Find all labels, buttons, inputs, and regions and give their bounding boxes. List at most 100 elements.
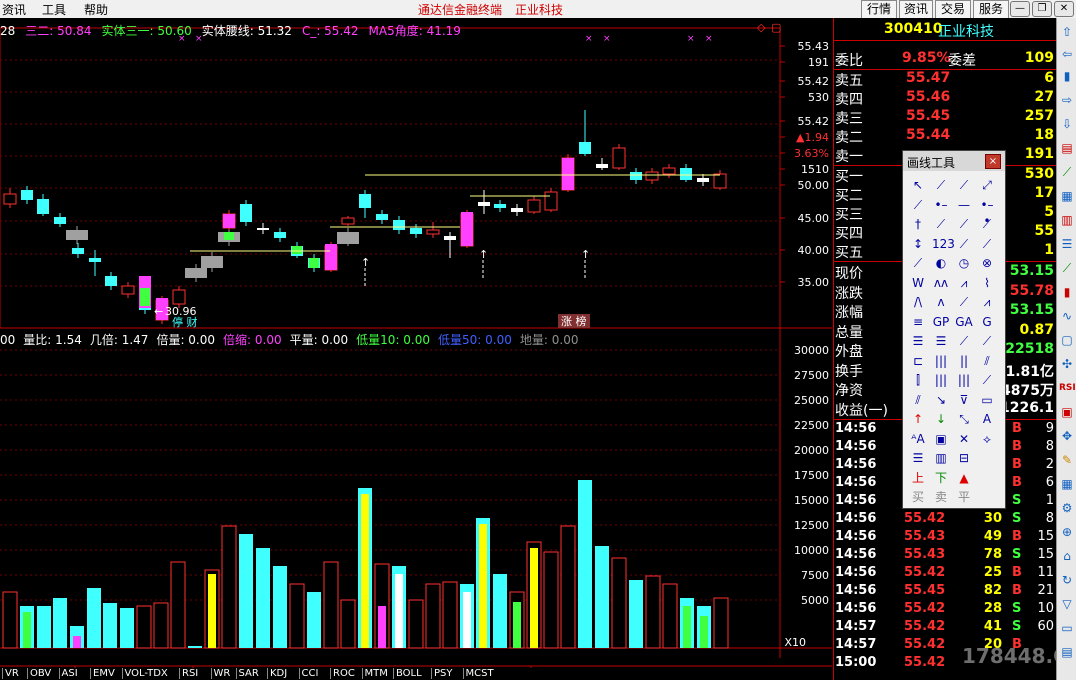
minimize-icon[interactable]: — bbox=[1010, 1, 1030, 17]
box-icon[interactable]: ▢ bbox=[1059, 332, 1075, 348]
draw-tool-25-icon[interactable]: ʌ bbox=[932, 294, 950, 310]
indicator-tab-wr[interactable]: WR bbox=[210, 668, 230, 679]
menu-item-help[interactable]: 帮助 bbox=[84, 1, 108, 18]
tag-icon[interactable]: ⌂ bbox=[1059, 548, 1075, 564]
draw-tool-63-icon[interactable] bbox=[978, 470, 996, 486]
grid-icon[interactable]: ▦ bbox=[1059, 188, 1075, 204]
refresh-icon[interactable]: ↻ bbox=[1059, 572, 1075, 588]
wave-icon[interactable]: ∿ bbox=[1059, 308, 1075, 324]
draw-tool-1-icon[interactable]: ⟋ bbox=[932, 177, 950, 193]
draw-tool-11-icon[interactable]: ⟋ bbox=[978, 216, 996, 232]
draw-tool-32-icon[interactable]: ☰ bbox=[909, 333, 927, 349]
draw-tool-51-icon[interactable]: A bbox=[978, 411, 996, 427]
draw-tool-59-icon[interactable] bbox=[978, 450, 996, 466]
indicator-tab-asi[interactable]: ASI bbox=[58, 668, 78, 679]
draw-tool-66-icon[interactable]: 平 bbox=[955, 489, 973, 505]
draw-tool-61-icon[interactable]: 下 bbox=[932, 470, 950, 486]
draw-tool-47-icon[interactable]: ▭ bbox=[978, 392, 996, 408]
draw-tool-53-icon[interactable]: ▣ bbox=[932, 431, 950, 447]
rsi-icon[interactable]: RSI bbox=[1059, 380, 1076, 396]
draw-tool-6-icon[interactable]: — bbox=[955, 197, 973, 213]
note-icon[interactable]: ▭ bbox=[1059, 620, 1075, 636]
draw-tool-58-icon[interactable]: ⊟ bbox=[955, 450, 973, 466]
draw-tool-14-icon[interactable]: ⟋ bbox=[955, 236, 973, 252]
draw-tool-36-icon[interactable]: ⊏ bbox=[909, 353, 927, 369]
draw-tool-42-icon[interactable]: ||| bbox=[955, 372, 973, 388]
draw-tool-65-icon[interactable]: 卖 bbox=[932, 489, 950, 505]
draw-tool-18-icon[interactable]: ◷ bbox=[955, 255, 973, 271]
draw-tool-4-icon[interactable]: ⟋ bbox=[909, 197, 927, 213]
pencil-icon[interactable]: ✎ bbox=[1059, 452, 1075, 468]
draw-tool-12-icon[interactable]: ↕ bbox=[909, 236, 927, 252]
draw-tool-7-icon[interactable]: •–• bbox=[978, 197, 996, 228]
list-icon[interactable]: ☰ bbox=[1059, 236, 1075, 252]
menu-item-tools[interactable]: 工具 bbox=[42, 1, 66, 18]
draw-tool-2-icon[interactable]: ⟋ bbox=[955, 177, 973, 193]
draw-tool-64-icon[interactable]: 买 bbox=[909, 489, 927, 505]
arrow-left-icon[interactable]: ⇦ bbox=[1059, 46, 1075, 62]
draw-tool-56-icon[interactable]: ☰ bbox=[909, 450, 927, 466]
arrow-down-icon[interactable]: ⇩ bbox=[1059, 116, 1075, 132]
move-icon[interactable]: ✥ bbox=[1059, 428, 1075, 444]
cross-icon[interactable]: ✣ bbox=[1059, 356, 1075, 372]
tab-zixun[interactable]: 资讯 bbox=[899, 0, 933, 19]
draw-tool-54-icon[interactable]: ✕ bbox=[955, 431, 973, 447]
menu-item-zixun[interactable]: 资讯 bbox=[2, 1, 26, 18]
tab-jiaoyi[interactable]: 交易 bbox=[935, 0, 971, 19]
draw-tool-5-icon[interactable]: •– bbox=[932, 197, 950, 213]
draw-tool-35-icon[interactable]: ⟋ bbox=[978, 333, 996, 349]
draw-tool-31-icon[interactable]: G bbox=[978, 314, 996, 330]
draw-tool-23-icon[interactable]: ⌇ bbox=[978, 275, 996, 291]
draw-tool-34-icon[interactable]: ⟋ bbox=[955, 333, 973, 349]
draw-tool-19-icon[interactable]: ⊗ bbox=[978, 255, 996, 271]
tab-hangqing[interactable]: 行情 bbox=[861, 0, 897, 19]
draw-tool-62-icon[interactable]: ▲ bbox=[955, 470, 973, 486]
draw-tool-41-icon[interactable]: ||| bbox=[932, 372, 950, 388]
kline-chart-area[interactable]: 55.43 191 55.42 530 55.42 ▲1.94 3.63% 1510 50.00… bbox=[0, 18, 832, 680]
draw-tool-9-icon[interactable]: ⟋ bbox=[932, 216, 950, 232]
draw-tool-24-icon[interactable]: /\ bbox=[909, 294, 927, 310]
draw-tool-45-icon[interactable]: ↘ bbox=[932, 392, 950, 408]
indicator-tab-psy[interactable]: PSY bbox=[431, 668, 453, 679]
indicator-tab-obv[interactable]: OBV bbox=[27, 668, 51, 679]
filter-icon[interactable]: ▽ bbox=[1059, 596, 1075, 612]
draw-tool-52-icon[interactable]: ᴬA bbox=[909, 431, 927, 447]
draw-tool-38-icon[interactable]: || bbox=[955, 353, 973, 369]
indicator-tab-mtm[interactable]: MTM bbox=[361, 668, 388, 679]
calendar-icon[interactable]: ▤ bbox=[1059, 644, 1075, 660]
drawing-tools-close-icon[interactable]: × bbox=[985, 154, 1001, 169]
tab-fuwu[interactable]: 服务 bbox=[973, 0, 1009, 19]
indicator-tab-rsi[interactable]: RSI bbox=[179, 668, 198, 679]
arrow-up-icon[interactable]: ⇧ bbox=[1059, 24, 1075, 40]
close-icon[interactable]: ✕ bbox=[1054, 1, 1074, 17]
draw-tool-55-icon[interactable]: ⟡ bbox=[978, 431, 996, 447]
indicator-tab-roc[interactable]: ROC bbox=[330, 668, 355, 679]
scroll-icon[interactable]: ▮ bbox=[1059, 68, 1075, 84]
draw-tool-57-icon[interactable]: ▥ bbox=[932, 450, 950, 466]
draw-tool-40-icon[interactable]: ⫿ bbox=[909, 372, 927, 388]
indicator-tab-mcst[interactable]: MCST bbox=[462, 668, 494, 679]
draw-tool-48-icon[interactable]: ↑ bbox=[909, 411, 927, 427]
draw-tool-50-icon[interactable]: ⤡ bbox=[955, 411, 973, 427]
draw-tool-39-icon[interactable]: ⫽ bbox=[978, 353, 996, 369]
chart-icon[interactable]: ▤ bbox=[1059, 140, 1075, 156]
settings-icon[interactable]: ⚙ bbox=[1059, 500, 1075, 516]
draw-tool-44-icon[interactable]: ⫽ bbox=[909, 392, 927, 408]
draw-tool-27-icon[interactable]: ⩘ bbox=[978, 294, 996, 310]
zoom-icon[interactable]: ⊕ bbox=[1059, 524, 1075, 540]
indicator-tab-boll[interactable]: BOLL bbox=[393, 668, 422, 679]
draw-tool-30-icon[interactable]: GA bbox=[955, 314, 973, 330]
indicator-tab-vol-tdx[interactable]: VOL-TDX bbox=[121, 668, 168, 679]
stop-icon[interactable]: ▣ bbox=[1059, 404, 1075, 420]
candle-icon[interactable]: ▮ bbox=[1059, 284, 1075, 300]
draw-tool-8-icon[interactable]: † bbox=[909, 216, 927, 232]
draw-tool-29-icon[interactable]: GP bbox=[932, 314, 950, 330]
draw-tool-17-icon[interactable]: ◐ bbox=[932, 255, 950, 271]
draw-tool-67-icon[interactable] bbox=[978, 489, 996, 505]
restore-icon[interactable]: ❐ bbox=[1032, 1, 1052, 17]
draw-tool-43-icon[interactable]: ⟋ bbox=[978, 372, 996, 388]
draw-tool-46-icon[interactable]: ⊽ bbox=[955, 392, 973, 408]
draw-tool-3-icon[interactable]: ⤢ bbox=[978, 177, 996, 193]
line-icon[interactable]: ⟋ bbox=[1059, 260, 1075, 276]
draw-tool-26-icon[interactable]: ⟋ bbox=[955, 294, 973, 310]
